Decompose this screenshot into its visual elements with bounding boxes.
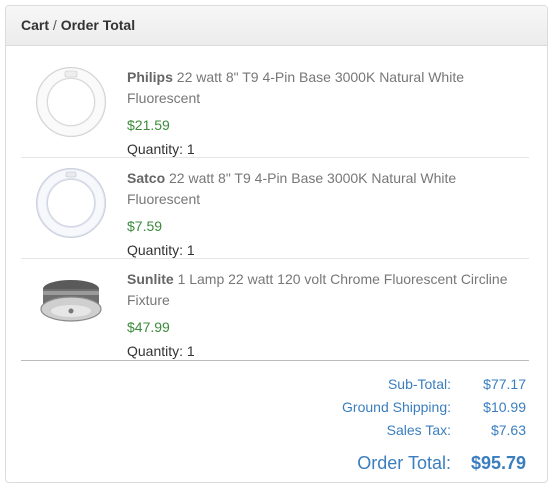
product-quantity: Quantity: 1 bbox=[127, 242, 195, 258]
product-quantity: Quantity: 1 bbox=[127, 343, 195, 359]
product-brand: Sunlite bbox=[127, 271, 174, 287]
panel-header: Cart / Order Total bbox=[6, 6, 547, 46]
subtotal-label: Sub-Total: bbox=[387, 376, 451, 392]
product-brand: Philips bbox=[127, 69, 173, 85]
page-title: Order Total bbox=[60, 17, 136, 33]
cart-item: Sunlite 1 Lamp 22 watt 120 volt Chrome F… bbox=[21, 259, 529, 361]
tax-value: $7.63 bbox=[490, 422, 526, 438]
header-separator: / bbox=[52, 17, 57, 33]
tax-row: Sales Tax: $7.63 bbox=[166, 420, 526, 443]
order-totals: Sub-Total: $77.17 Ground Shipping: $10.9… bbox=[166, 374, 526, 482]
order-total-label: Order Total: bbox=[357, 453, 451, 473]
subtotal-row: Sub-Total: $77.17 bbox=[166, 374, 526, 397]
product-name[interactable]: Philips 22 watt 8" T9 4-Pin Base 3000K N… bbox=[127, 67, 529, 109]
product-quantity: Quantity: 1 bbox=[127, 141, 195, 157]
cart-label: Cart bbox=[21, 17, 50, 33]
product-price: $21.59 bbox=[127, 117, 170, 133]
cart-item: Satco 22 watt 8" T9 4-Pin Base 3000K Nat… bbox=[21, 158, 529, 259]
product-name[interactable]: Sunlite 1 Lamp 22 watt 120 volt Chrome F… bbox=[127, 269, 529, 311]
order-summary-panel: Cart / Order Total Philips 22 watt 8" T9… bbox=[5, 5, 548, 483]
circline-lamp-icon[interactable] bbox=[36, 168, 106, 238]
shipping-label: Ground Shipping: bbox=[342, 399, 451, 415]
shipping-value: $10.99 bbox=[483, 399, 526, 415]
circline-lamp-icon[interactable] bbox=[36, 67, 106, 137]
ceiling-fixture-icon[interactable] bbox=[36, 269, 106, 339]
order-total-value: $95.79 bbox=[470, 453, 526, 473]
tax-label: Sales Tax: bbox=[386, 422, 451, 438]
cart-item: Philips 22 watt 8" T9 4-Pin Base 3000K N… bbox=[21, 57, 529, 158]
product-name[interactable]: Satco 22 watt 8" T9 4-Pin Base 3000K Nat… bbox=[127, 168, 529, 210]
subtotal-value: $77.17 bbox=[483, 376, 526, 392]
product-price: $7.59 bbox=[127, 218, 163, 234]
product-price: $47.99 bbox=[127, 319, 170, 335]
cart-item-list: Philips 22 watt 8" T9 4-Pin Base 3000K N… bbox=[21, 57, 529, 361]
order-total-row: Order Total: $95.79 bbox=[166, 449, 526, 482]
product-brand: Satco bbox=[127, 170, 166, 186]
shipping-row: Ground Shipping: $10.99 bbox=[166, 397, 526, 420]
product-description: 22 watt 8" T9 4-Pin Base 3000K Natural W… bbox=[127, 170, 457, 207]
product-description: 1 Lamp 22 watt 120 volt Chrome Fluoresce… bbox=[127, 271, 508, 308]
product-description: 22 watt 8" T9 4-Pin Base 3000K Natural W… bbox=[127, 69, 464, 106]
